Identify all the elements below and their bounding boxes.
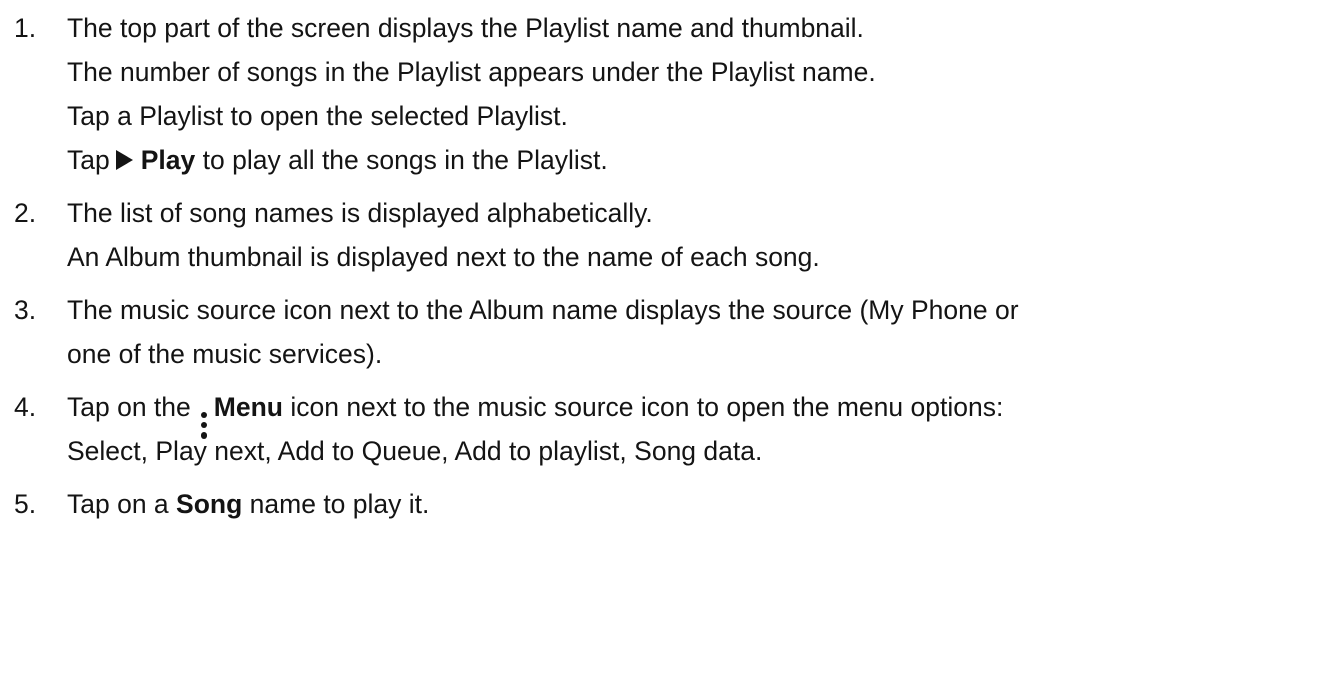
step-text: The top part of the screen displays the … xyxy=(67,12,1325,176)
instruction-line: The music source icon next to the Album … xyxy=(67,295,1019,325)
instruction-line: Tap Play to play all the songs in the Pla… xyxy=(67,144,1325,176)
play-icon xyxy=(115,150,133,170)
line-text: icon next to the music source icon to op… xyxy=(290,392,1004,422)
instruction-line: Tap on a Song name to play it. xyxy=(67,488,1325,520)
line-text: Tap xyxy=(67,145,110,175)
song-label: Song xyxy=(176,489,243,519)
step-number: 2. xyxy=(14,198,37,228)
step-text: The list of song names is displayed alph… xyxy=(67,197,1325,273)
step-text: Tap on a Song name to play it. xyxy=(67,488,1325,520)
instruction-line: The top part of the screen displays the … xyxy=(67,13,864,43)
instruction-item-2: 2. The list of song names is displayed a… xyxy=(14,197,1325,273)
step-text: Tap on the Menu icon next to the music so… xyxy=(67,391,1325,467)
instruction-item-3: 3. The music source icon next to the Alb… xyxy=(14,294,1325,370)
step-number: 4. xyxy=(14,392,37,422)
play-label: Play xyxy=(140,145,196,175)
instruction-line: Tap a Playlist to open the selected Play… xyxy=(67,101,568,131)
instruction-line: one of the music services). xyxy=(67,339,383,369)
instruction-line: Select, Play next, Add to Queue, Add to … xyxy=(67,436,763,466)
instruction-page: 1. The top part of the screen displays t… xyxy=(0,0,1325,687)
instruction-line: The number of songs in the Playlist appe… xyxy=(67,57,876,87)
step-text: The music source icon next to the Album … xyxy=(67,294,1325,370)
instruction-line: Tap on the Menu icon next to the music so… xyxy=(67,391,1325,439)
line-text: Tap on a xyxy=(67,489,169,519)
menu-label: Menu xyxy=(213,392,283,422)
line-text: Tap on the xyxy=(67,392,191,422)
instruction-line: An Album thumbnail is displayed next to … xyxy=(67,242,820,272)
line-text: name to play it. xyxy=(249,489,430,519)
instruction-item-5: 5. Tap on a Song name to play it. xyxy=(14,488,1325,520)
step-number: 3. xyxy=(14,295,37,325)
step-number: 5. xyxy=(14,489,37,519)
instruction-item-1: 1. The top part of the screen displays t… xyxy=(14,12,1325,176)
instruction-item-4: 4. Tap on the Menu icon next to the music… xyxy=(14,391,1325,467)
instruction-line: The list of song names is displayed alph… xyxy=(67,198,653,228)
step-number: 1. xyxy=(14,13,37,43)
instruction-list: 1. The top part of the screen displays t… xyxy=(14,12,1325,520)
line-text: to play all the songs in the Playlist. xyxy=(202,145,608,175)
